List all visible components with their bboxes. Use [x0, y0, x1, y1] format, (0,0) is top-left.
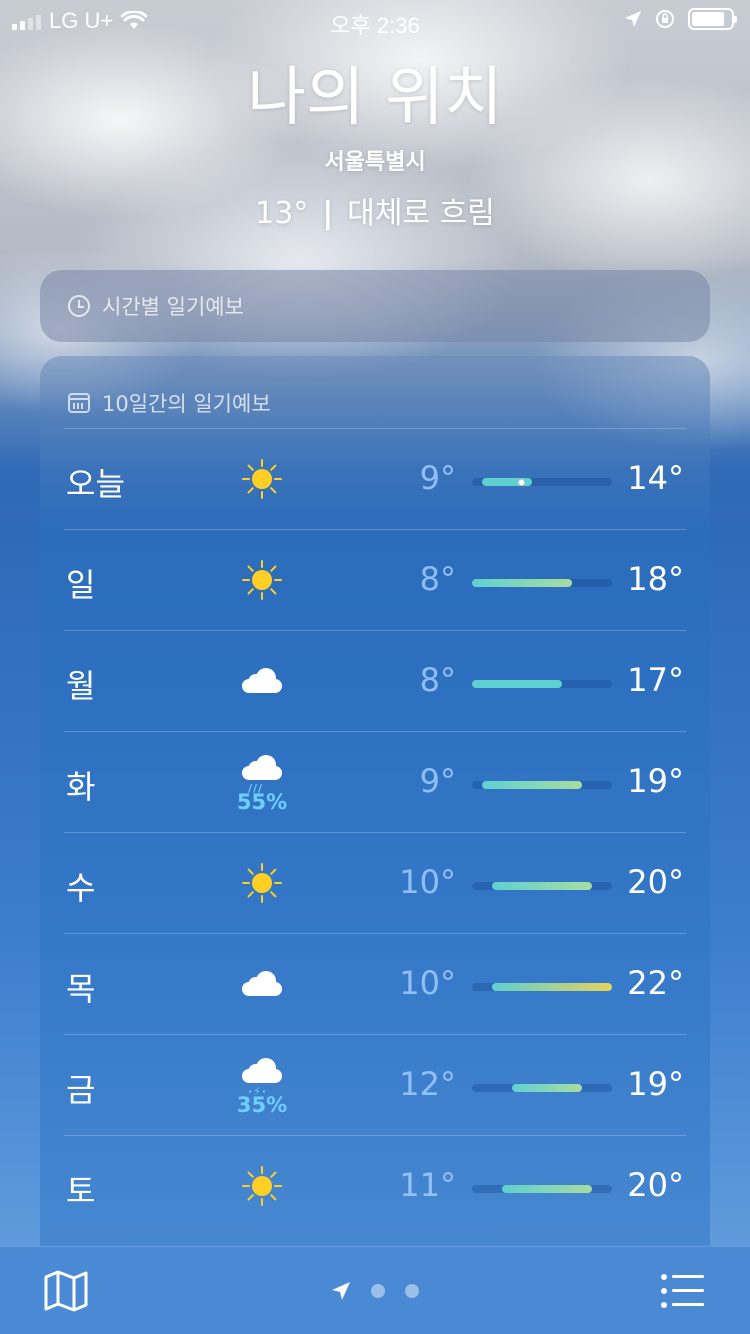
location-arrow-icon[interactable] — [331, 1281, 351, 1301]
cloud-icon — [242, 668, 282, 693]
forecast-row[interactable]: 금 ·⚡· 35% 12° 19° — [64, 1034, 686, 1135]
temperature-range-track — [472, 680, 612, 688]
temperature-range-track — [472, 983, 612, 991]
ten-day-forecast-header: 10일간의 일기예보 — [40, 356, 710, 428]
current-conditions: 13° | 대체로 흐림 — [0, 188, 750, 232]
forecast-row[interactable]: 오늘 9° 14° — [64, 428, 686, 529]
status-right — [624, 8, 737, 30]
separator: | — [322, 196, 334, 231]
temperature-range-track — [472, 579, 612, 587]
forecast-row[interactable]: 월 8° 17° — [64, 630, 686, 731]
high-temperature: 14° — [627, 459, 684, 497]
temperature-range-bar — [482, 781, 582, 789]
low-temperature: 10° — [399, 863, 456, 901]
low-temperature: 9° — [419, 762, 456, 800]
high-temperature: 19° — [627, 762, 684, 800]
temperature-range-track — [472, 882, 612, 890]
forecast-row[interactable]: 목 10° 22° — [64, 933, 686, 1034]
orientation-lock-icon — [656, 10, 674, 28]
forecast-row[interactable]: 토 11° 20° — [64, 1135, 686, 1236]
location-header: 나의 위치 서울특별시 13° | 대체로 흐림 — [0, 60, 750, 232]
day-label: 금 — [66, 1071, 96, 1109]
weather-icon — [240, 1164, 284, 1208]
thunderstorm-icon — [242, 1058, 282, 1083]
ten-day-forecast-card[interactable]: 10일간의 일기예보 오늘 9° 14° 일 8° 18° 월 8° 17° 화 ///55% 9° 1… — [40, 356, 710, 1256]
day-label: 월 — [66, 667, 96, 705]
bottom-toolbar — [0, 1246, 750, 1334]
low-temperature: 9° — [419, 459, 456, 497]
temperature-range-bar — [472, 579, 572, 587]
temperature-range-track — [472, 478, 612, 486]
high-temperature: 20° — [627, 1166, 684, 1204]
day-label: 일 — [66, 566, 96, 604]
status-bar: LG U+ 오후 2:36 — [0, 0, 750, 40]
page-title: 나의 위치 — [247, 61, 503, 135]
weather-icon — [240, 861, 284, 905]
forecast-list: 오늘 9° 14° 일 8° 18° 월 8° 17° 화 ///55% 9° 19° 수 10° 20° 목 1… — [64, 428, 686, 1236]
day-label: 화 — [66, 768, 96, 806]
clock-icon — [68, 295, 90, 317]
forecast-row[interactable]: 화 ///55% 9° 19° — [64, 731, 686, 832]
list-icon[interactable] — [660, 1273, 706, 1309]
day-label: 수 — [66, 869, 96, 907]
city-name: 서울특별시 — [324, 150, 426, 175]
current-temp-marker — [518, 479, 525, 486]
high-temperature: 18° — [627, 560, 684, 598]
page-indicator[interactable] — [0, 1281, 750, 1301]
high-temperature: 22° — [627, 964, 684, 1002]
temperature-range-track — [472, 781, 612, 789]
rain-cloud-icon — [242, 755, 282, 780]
day-label: 토 — [66, 1172, 96, 1210]
weather-icon — [240, 457, 284, 501]
precipitation-chance: 35% — [236, 1093, 288, 1117]
weather-icon — [240, 659, 284, 703]
temperature-range-bar — [502, 1185, 592, 1193]
sun-icon — [240, 457, 284, 501]
current-temperature: 13° — [255, 196, 309, 231]
forecast-row[interactable]: 수 10° 20° — [64, 832, 686, 933]
high-temperature: 19° — [627, 1065, 684, 1103]
temperature-range-track — [472, 1185, 612, 1193]
sun-icon — [240, 558, 284, 602]
weather-icon: /// — [240, 746, 284, 795]
high-temperature: 17° — [627, 661, 684, 699]
low-temperature: 10° — [399, 964, 456, 1002]
hourly-forecast-label: 시간별 일기예보 — [102, 295, 244, 319]
location-services-icon — [625, 11, 641, 27]
day-label: 목 — [66, 970, 96, 1008]
hourly-forecast-card[interactable]: 시간별 일기예보 — [40, 270, 710, 342]
sun-icon — [240, 1164, 284, 1208]
forecast-row[interactable]: 일 8° 18° — [64, 529, 686, 630]
temperature-range-bar — [512, 1084, 582, 1092]
calendar-icon — [68, 393, 90, 413]
high-temperature: 20° — [627, 863, 684, 901]
weather-icon: ·⚡· — [240, 1049, 284, 1098]
battery-icon — [688, 8, 737, 30]
low-temperature: 8° — [419, 661, 456, 699]
ten-day-forecast-label: 10일간의 일기예보 — [102, 392, 271, 416]
low-temperature: 11° — [399, 1166, 456, 1204]
page-dot[interactable] — [405, 1284, 419, 1298]
low-temperature: 8° — [419, 560, 456, 598]
sun-icon — [240, 861, 284, 905]
temperature-range-track — [472, 1084, 612, 1092]
weather-icon — [240, 558, 284, 602]
cloud-icon — [242, 971, 282, 996]
page-dot[interactable] — [371, 1284, 385, 1298]
temperature-range-bar — [492, 983, 612, 991]
day-label: 오늘 — [66, 465, 125, 503]
precipitation-chance: 55% — [236, 790, 288, 814]
temperature-range-bar — [472, 680, 562, 688]
temperature-range-bar — [492, 882, 592, 890]
low-temperature: 12° — [399, 1065, 456, 1103]
condition-text: 대체로 흐림 — [347, 196, 495, 231]
weather-icon — [240, 962, 284, 1006]
